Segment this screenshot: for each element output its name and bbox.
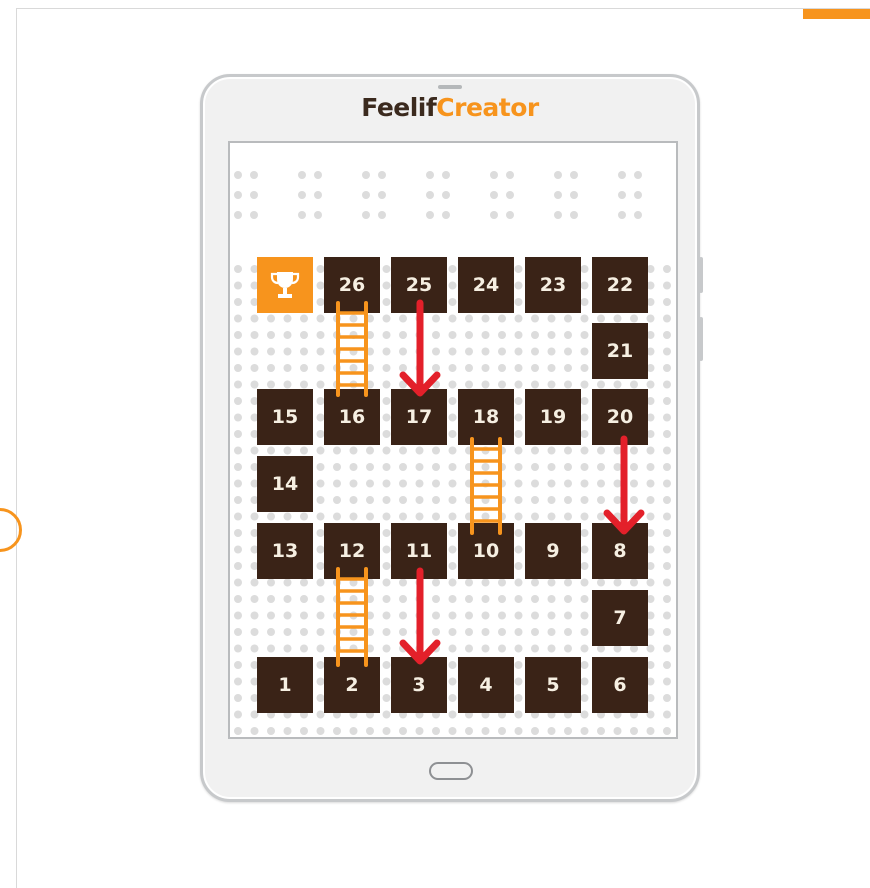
volume-button [699,257,703,293]
home-button[interactable] [429,762,473,780]
ladder-icon [470,437,502,535]
app-logo: FeelifCreator [203,93,697,122]
arrow-down-icon [399,567,441,665]
logo-part-feelif: Feelif [361,93,437,122]
tablet-device: FeelifCreator 1 2 3 4 5 6 7 8 9 10 11 12 13 14 15 16 17 1… [200,74,703,802]
camera [438,85,462,89]
ladder-icon [336,301,368,397]
logo-part-creator: Creator [436,93,539,122]
board-overlay [336,299,645,667]
power-button [699,317,703,361]
arrow-down-icon [399,299,441,397]
game-screen[interactable]: 1 2 3 4 5 6 7 8 9 10 11 12 13 14 15 16 17 18 19 20 21 22 23 24 2… [228,141,678,739]
arrow-down-icon [603,435,645,535]
ladder-icon [336,567,368,667]
corner-tab [803,9,870,19]
